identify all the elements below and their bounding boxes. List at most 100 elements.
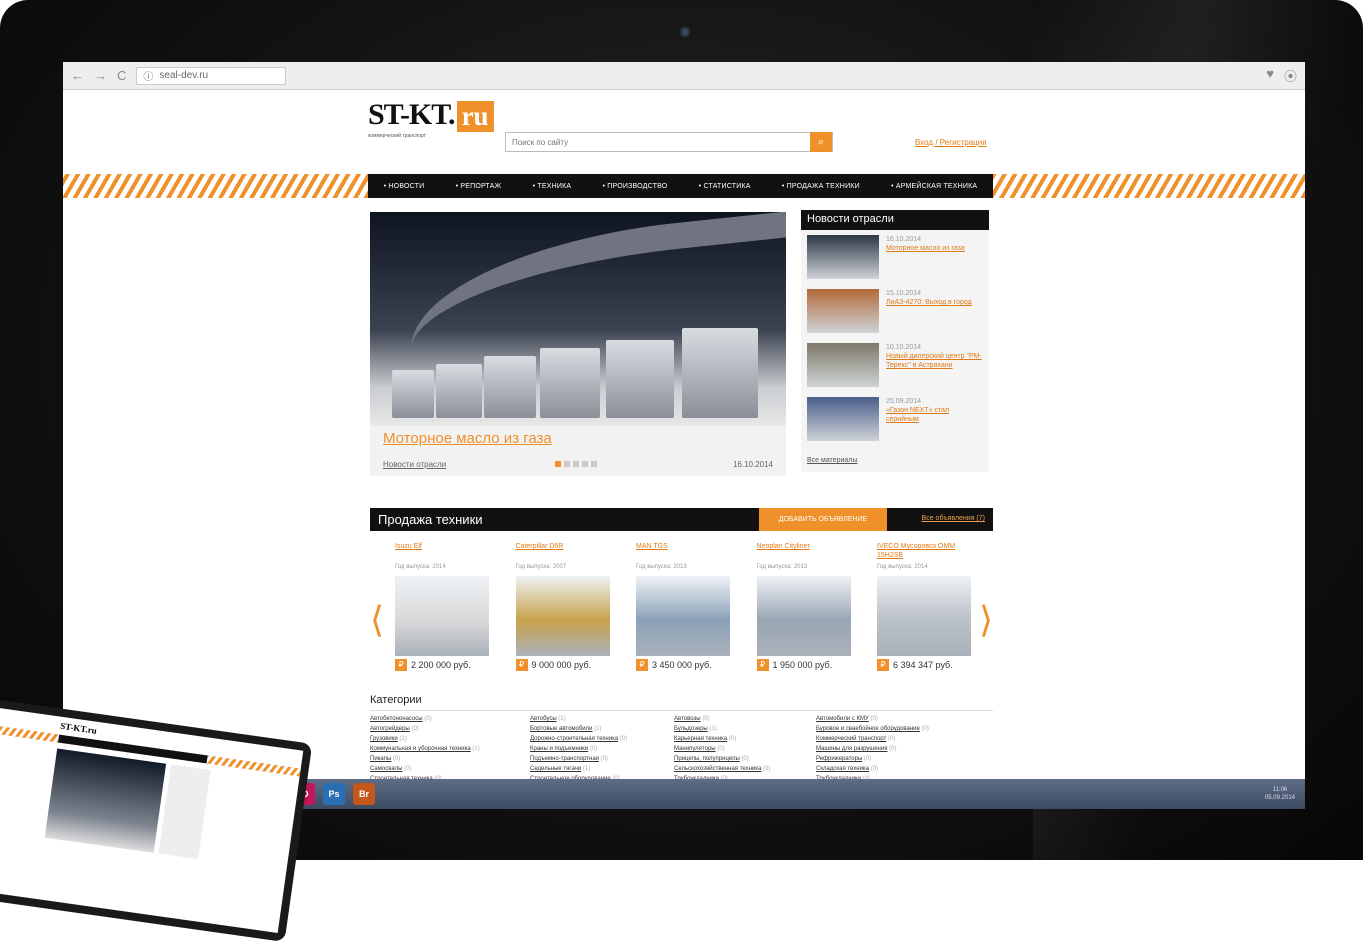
category-name[interactable]: Самосвалы [370,766,402,772]
listing-photo[interactable] [636,576,730,656]
taskbar-app-icon[interactable]: Ps [323,783,345,805]
category-name[interactable]: Складская техника [816,766,869,772]
news-item[interactable]: 16.10.2014 Моторное масло из газа [801,230,989,284]
news-title[interactable]: ЛиАЗ-4270: Выход в город [886,298,972,307]
category-item[interactable]: Коммерческий транспорт (0) [816,735,993,744]
hero-slider[interactable]: Моторное масло из газа Новости отрасли 1… [370,212,786,476]
category-item[interactable]: Дорожно-строительная техника (0) [530,735,674,744]
category-name[interactable]: Пикапы [370,756,391,762]
category-name[interactable]: Карьерная техника [674,736,727,742]
category-name[interactable]: Автобетононасосы [370,716,423,722]
news-title[interactable]: Моторное масло из газа [886,244,965,253]
listing-name[interactable]: IVECO Мусоровоз ОММ 15H2SB [877,542,975,564]
category-name[interactable]: Подъемно-транспортная [530,756,599,762]
listing-name[interactable]: Neoplan Cityliner [757,542,855,564]
category-item[interactable]: Складская техника (0) [816,765,993,774]
category-item[interactable]: Автобусы (1) [530,715,674,724]
category-item[interactable]: Бортовые автомобили (1) [530,725,674,734]
category-name[interactable]: Буровое и сваебойное оборудование [816,726,920,732]
nav-item[interactable]: • РЕПОРТАЖ [456,183,502,190]
address-bar[interactable]: ⓘ seal-dev.ru [136,66,287,85]
listing-card[interactable]: Neoplan Cityliner Год выпуска: 2013 ₽1 950… [756,542,855,671]
category-name[interactable]: Грузовики [370,736,398,742]
category-item[interactable]: Машины для разрушения (0) [816,745,993,754]
category-name[interactable]: Бортовые автомобили [530,726,593,732]
taskbar-app-icon[interactable]: Br [353,783,375,805]
category-name[interactable]: Прицепы, полуприцепы [674,756,740,762]
listing-card[interactable]: IVECO Мусоровоз ОММ 15H2SB Год выпуска: 2… [877,542,975,671]
all-materials-link[interactable]: Все материалы [807,457,857,464]
nav-item[interactable]: • АРМЕЙСКАЯ ТЕХНИКА [891,183,977,190]
listing-card[interactable]: MAN TGS Год выпуска: 2013 ₽3 450 000 руб. [636,542,734,671]
category-item[interactable]: Автомобили с КМУ (0) [816,715,993,724]
hero-category[interactable]: Новости отрасли [383,460,446,469]
site-logo[interactable]: ST-KT. ru коммерческий транспорт [368,98,494,139]
category-item[interactable]: Автогрейдеры (0) [370,725,530,734]
search-button[interactable]: ⌕ [810,132,832,152]
category-name[interactable]: Автовозы [674,716,701,722]
category-item[interactable]: Грузовики (1) [370,735,530,744]
news-thumbnail[interactable] [807,235,879,279]
nav-item[interactable]: • СТАТИСТИКА [699,183,751,190]
news-thumbnail[interactable] [807,289,879,333]
category-name[interactable]: Краны и подъемники [530,746,588,752]
category-name[interactable]: Коммунальная и уборочная техника [370,746,471,752]
category-item[interactable]: Манипуляторы (0) [674,745,816,754]
category-item[interactable]: Автовозы (0) [674,715,816,724]
category-name[interactable]: Манипуляторы [674,746,716,752]
category-item[interactable]: Седельные тягачи (1) [530,765,674,774]
back-icon[interactable]: ← [71,68,84,83]
all-listings-link[interactable]: Все объявления (7) [922,515,985,522]
hero-image[interactable] [370,212,786,426]
category-item[interactable]: Пикапы (0) [370,755,530,764]
slider-dot[interactable] [564,461,570,467]
nav-item[interactable]: • НОВОСТИ [384,183,425,190]
category-name[interactable]: Автомобили с КМУ [816,716,869,722]
carousel-next-icon[interactable]: ⟩ [979,600,993,641]
hero-title[interactable]: Моторное масло из газа [383,430,552,447]
category-item[interactable]: Буровое и сваебойное оборудование (0) [816,725,993,734]
listing-photo[interactable] [515,576,610,656]
news-item[interactable]: 15.10.2014 ЛиАЗ-4270: Выход в город [801,284,989,338]
search-input[interactable] [506,133,811,151]
listing-photo[interactable] [756,576,851,656]
listing-name[interactable]: MAN TGS [636,542,734,564]
news-title[interactable]: Новый дилерский центр "РМ-Терекс" в Астр… [886,352,983,370]
category-item[interactable]: Карьерная техника (0) [674,735,816,744]
category-item[interactable]: Рефрижераторы (0) [816,755,993,764]
category-name[interactable]: Машины для разрушения [816,746,887,752]
listing-card[interactable]: Isuzu Elf Год выпуска: 2014 ₽2 200 000 руб… [395,542,493,671]
listing-name[interactable]: Isuzu Elf [395,542,493,564]
listing-name[interactable]: Caterpillar D6R [516,542,614,564]
slider-dot[interactable] [573,461,579,467]
listing-photo[interactable] [395,576,489,656]
category-name[interactable]: Сельскохозяйственная техника [674,766,761,772]
heart-icon[interactable]: ♥ [1266,66,1274,85]
category-item[interactable]: Коммунальная и уборочная техника (1) [370,745,530,754]
category-item[interactable]: Самосвалы (0) [370,765,530,774]
category-name[interactable]: Седельные тягачи [530,766,581,772]
category-name[interactable]: Автобусы [530,716,557,722]
carousel-prev-icon[interactable]: ⟨ [370,600,384,641]
system-clock[interactable]: 11:06 05.09.2014 [1265,786,1295,802]
category-name[interactable]: Коммерческий транспорт [816,736,886,742]
news-item[interactable]: 10.10.2014 Новый дилерский центр "РМ-Тере… [801,338,989,392]
forward-icon[interactable]: → [94,68,107,83]
login-register-link[interactable]: Вход / Регистрация [915,138,987,147]
category-item[interactable]: Бульдозеры (1) [674,725,816,734]
category-item[interactable]: Прицепы, полуприцепы (0) [674,755,816,764]
news-thumbnail[interactable] [807,343,879,387]
slider-dot[interactable] [582,461,588,467]
nav-item[interactable]: • ПРОИЗВОДСТВО [603,183,668,190]
nav-item[interactable]: • ПРОДАЖА ТЕХНИКИ [782,183,860,190]
reload-icon[interactable]: C [117,68,126,83]
listing-photo[interactable] [877,576,971,656]
news-title[interactable]: «Газон NEXT» стал серийным [886,406,983,424]
listing-card[interactable]: Caterpillar D6R Год выпуска: 2007 ₽9 000 0… [515,542,614,671]
nav-item[interactable]: • ТЕХНИКА [533,183,572,190]
category-name[interactable]: Дорожно-строительная техника [530,736,618,742]
category-item[interactable]: Подъемно-транспортная (0) [530,755,674,764]
news-item[interactable]: 25.09.2014 «Газон NEXT» стал серийным [801,392,989,446]
category-name[interactable]: Бульдозеры [674,726,708,732]
slider-dot[interactable] [555,461,561,467]
